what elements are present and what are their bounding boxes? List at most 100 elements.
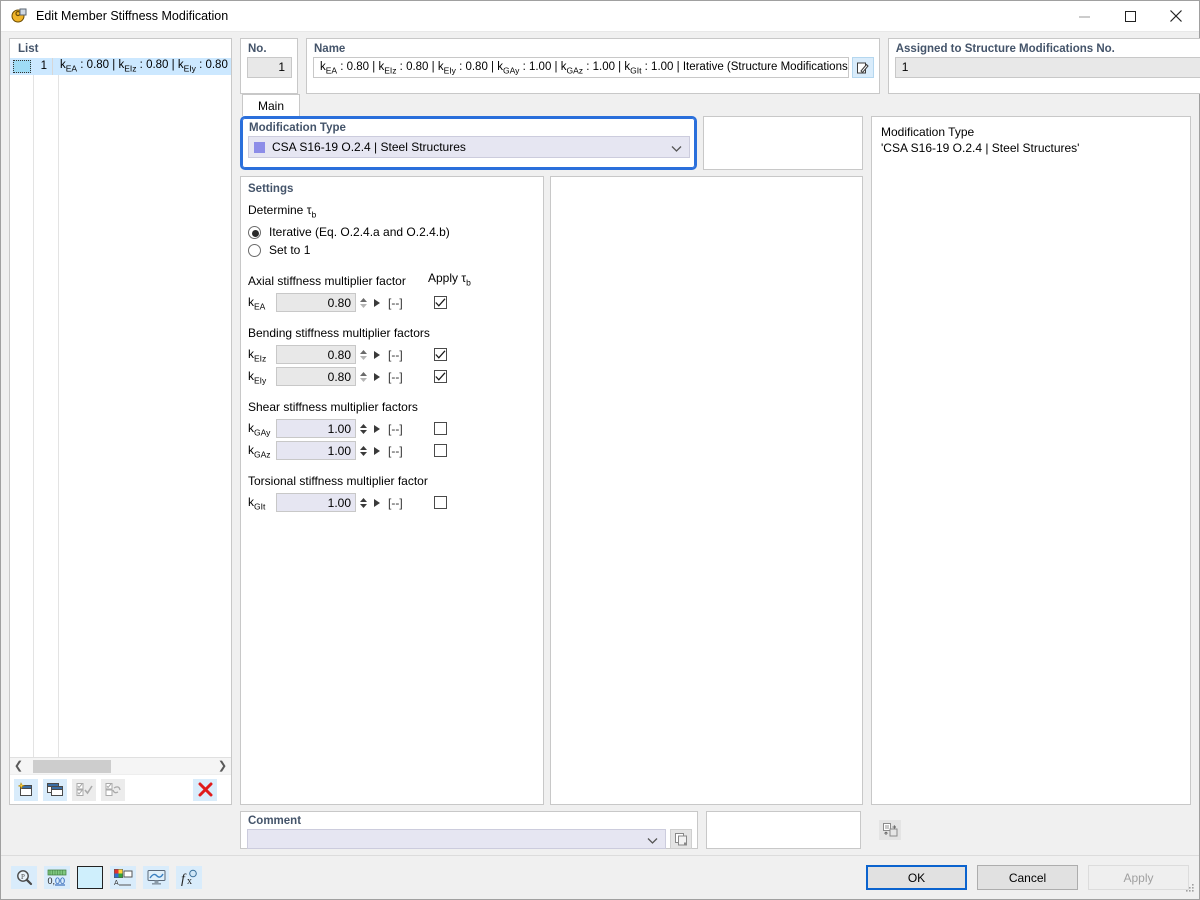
new-window-icon[interactable] (14, 778, 38, 801)
axial-section-header-row: Axial stiffness multiplier factor Apply … (241, 259, 543, 291)
apply-checkbox-kEA[interactable] (434, 296, 447, 310)
dialog-body: No. 1 Name kEA : 0.80 | kEIz : 0.80 | kE… (1, 32, 1200, 855)
spinner-kEIz[interactable] (356, 349, 370, 360)
modification-type-aux-panel (703, 116, 863, 170)
chevron-right-icon[interactable]: ❯ (214, 759, 231, 774)
tab-strip: Main (240, 94, 863, 116)
color-swatch-icon[interactable] (77, 866, 103, 889)
copy-pages-icon[interactable] (670, 829, 692, 849)
modification-type-group[interactable]: Modification Type CSA S16-19 O.2.4 | Ste… (240, 116, 697, 170)
modification-type-color-swatch (254, 141, 265, 153)
list-column-divider-2 (58, 75, 59, 757)
red-x-icon[interactable] (193, 778, 217, 801)
svg-text:P: P (21, 873, 25, 881)
number-label: No. (248, 43, 267, 55)
comment-row: Comment (1, 805, 1199, 855)
apply-checkbox-kGAy[interactable] (434, 422, 447, 436)
apply-checkbox-kEIz[interactable] (434, 348, 447, 362)
decimals-icon[interactable]: 0, 00 (44, 866, 70, 889)
expand-arrow-kGAz[interactable] (370, 446, 384, 455)
expand-arrow-kEA[interactable] (370, 298, 384, 307)
invert-selection-icon (101, 778, 125, 801)
apply-button: Apply (1088, 865, 1189, 890)
comment-input[interactable] (247, 829, 666, 849)
field-input-kGAz[interactable]: 1.00 (276, 441, 356, 461)
edit-pencil-icon[interactable] (851, 57, 874, 78)
assigned-field: 1 (894, 57, 1200, 78)
info-line-2: 'CSA S16-19 O.2.4 | Steel Structures' (881, 141, 1080, 155)
list-column-divider (33, 75, 34, 757)
function-icon[interactable]: f x (176, 866, 202, 889)
spinner-kEA[interactable] (356, 297, 370, 308)
chevron-down-icon[interactable] (671, 142, 682, 156)
maximize-icon[interactable] (1107, 1, 1153, 32)
name-input[interactable]: kEA : 0.80 | kEIz : 0.80 | kEIy : 0.80 |… (313, 57, 849, 78)
field-row-kGIt: kGIt 1.00 [--] (241, 492, 543, 514)
expand-arrow-kGIt[interactable] (370, 498, 384, 507)
footer-tools: P 0, 00 A f x (11, 866, 202, 889)
apply-checkbox-kGIt[interactable] (434, 496, 447, 510)
svg-text:0,: 0, (48, 876, 56, 886)
spinner-kGAy[interactable] (356, 423, 370, 434)
magnifier-icon[interactable]: P (11, 866, 37, 889)
chevron-left-icon[interactable]: ❮ (10, 759, 27, 774)
list-item-description: kEA : 0.80 | kEIz : 0.80 | kEIy : 0.80 |… (60, 59, 231, 74)
field-unit-kGIt: [--] (388, 495, 403, 510)
expand-arrow-kEIz[interactable] (370, 350, 384, 359)
monitor-icon[interactable] (143, 866, 169, 889)
close-icon[interactable] (1153, 1, 1199, 32)
scroll-track[interactable] (27, 758, 214, 775)
radio-iterative-icon[interactable] (248, 225, 261, 239)
list-item[interactable]: 1 kEA : 0.80 | kEIz : 0.80 | kEIy : 0.80… (10, 58, 231, 75)
svg-text:A: A (114, 880, 119, 886)
footer-bar: P 0, 00 A f x OK Cancel Apply (1, 855, 1199, 899)
field-row-kGAy: kGAy 1.00 [--] (241, 418, 543, 440)
field-input-kEA[interactable]: 0.80 (276, 293, 356, 313)
number-group: No. 1 (240, 38, 298, 94)
radio-option-set-to-1[interactable]: Set to 1 (241, 241, 543, 259)
modification-type-label: Modification Type (249, 122, 346, 134)
number-field[interactable]: 1 (247, 57, 292, 78)
chevron-down-icon[interactable] (647, 834, 658, 848)
tab-main[interactable]: Main (242, 94, 300, 116)
torsional-section-title: Torsional stiffness multiplier factor (248, 473, 428, 488)
expand-arrow-kGAy[interactable] (370, 424, 384, 433)
modification-type-dropdown[interactable]: CSA S16-19 O.2.4 | Steel Structures (248, 136, 690, 158)
determine-label: Determine τb (248, 203, 317, 220)
spinner-kEIy[interactable] (356, 371, 370, 382)
tab-content-main: Modification Type CSA S16-19 O.2.4 | Ste… (240, 116, 863, 805)
expand-arrow-kEIy[interactable] (370, 372, 384, 381)
dialog-buttons: OK Cancel Apply (866, 865, 1189, 890)
apply-checkbox-wrap-kEIy (410, 370, 470, 384)
radio-set-to-1-icon[interactable] (248, 243, 261, 257)
apply-checkbox-kGAz[interactable] (434, 444, 447, 458)
member-stiffness-icon (10, 7, 28, 25)
info-column: Modification Type 'CSA S16-19 O.2.4 | St… (871, 116, 1191, 805)
cancel-button[interactable]: Cancel (977, 865, 1078, 890)
apply-checkbox-wrap-kGAz (410, 444, 470, 458)
transfer-icon[interactable] (879, 820, 901, 840)
copy-window-icon[interactable] (43, 778, 67, 801)
field-input-kEIz[interactable]: 0.80 (276, 345, 356, 365)
field-input-kGIt[interactable]: 1.00 (276, 493, 356, 513)
spinner-kGAz[interactable] (356, 445, 370, 456)
list-horizontal-scrollbar[interactable]: ❮ ❯ (10, 757, 231, 774)
radio-option-iterative[interactable]: Iterative (Eq. O.2.4.a and O.2.4.b) (241, 223, 543, 241)
minimize-icon[interactable] (1061, 1, 1107, 32)
ok-button[interactable]: OK (866, 865, 967, 890)
list-header: List (18, 43, 39, 55)
assigned-group: Assigned to Structure Modifications No. … (887, 38, 1200, 94)
dialog-window: Edit Member Stiffness Modification No. 1 (0, 0, 1200, 900)
spinner-kGIt[interactable] (356, 497, 370, 508)
list-panel: List 1 kEA : 0.80 | kEIz : 0.80 | kEIy :… (9, 38, 232, 805)
resize-grip-icon[interactable] (1185, 882, 1195, 896)
field-unit-kEIz: [--] (388, 347, 403, 362)
comment-group: Comment (240, 811, 698, 849)
list-body[interactable]: 1 kEA : 0.80 | kEIz : 0.80 | kEIy : 0.80… (10, 58, 231, 757)
field-input-kEIy[interactable]: 0.80 (276, 367, 356, 387)
field-input-kGAy[interactable]: 1.00 (276, 419, 356, 439)
display-properties-icon[interactable]: A (110, 866, 136, 889)
apply-checkbox-kEIy[interactable] (434, 370, 447, 384)
field-row-kEA: kEA 0.80 [--] (241, 292, 543, 314)
scroll-thumb[interactable] (33, 759, 111, 773)
